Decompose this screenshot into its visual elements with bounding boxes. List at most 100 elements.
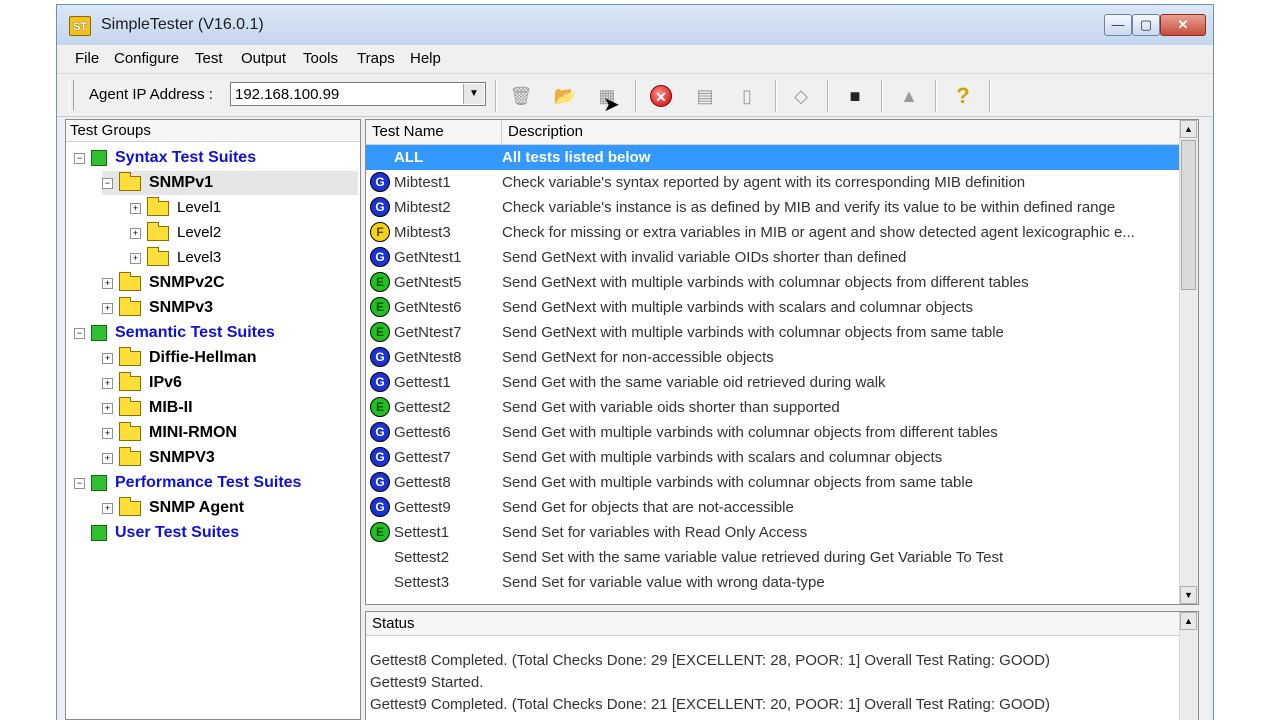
collapse-icon[interactable]: − [74,477,85,489]
status-scroll-up-icon[interactable]: ▲ [1180,612,1197,630]
expand-icon[interactable]: + [130,227,141,239]
expand-icon[interactable]: + [102,427,113,439]
expand-icon[interactable]: + [102,277,113,289]
maximize-button[interactable]: ▢ [1132,14,1160,36]
menu-help[interactable]: Help [410,50,441,67]
tree-node[interactable]: + SNMPV3 [102,446,215,470]
collapse-icon[interactable]: − [102,177,113,189]
list-scrollbar[interactable]: ▲ ▼ [1179,120,1198,604]
collapse-icon[interactable]: − [74,152,85,164]
rating-badge-icon: G [370,247,390,267]
test-description-cell: Send Get with multiple varbinds with col… [502,424,998,441]
test-name-cell: Gettest6 [394,424,451,441]
note-icon[interactable]: ◇ [789,84,813,108]
table-row[interactable]: ALL All tests listed below [366,145,1180,170]
table-row[interactable]: G Mibtest2 Check variable's instance is as… [366,195,1180,220]
tree-node[interactable]: + Level1 [130,196,221,220]
status-line: Gettest9 Started. [370,674,484,691]
agent-ip-value[interactable]: 192.168.100.99 [235,86,339,103]
expand-icon[interactable]: + [102,352,113,364]
expand-icon[interactable]: + [102,302,113,314]
title-bar[interactable]: ST SimpleTester (V16.0.1) — ▢ ✕ [57,5,1213,45]
tree-node[interactable]: − Syntax Test Suites [74,146,256,170]
folder-icon [119,346,141,366]
table-row[interactable]: Settest2 Send Set with the same variable … [366,545,1180,570]
expand-icon[interactable]: + [102,402,113,414]
expand-icon[interactable]: + [102,452,113,464]
tree-node[interactable]: + SNMPv2C [102,271,225,295]
table-row[interactable]: E GetNtest6 Send GetNext with multiple var… [366,295,1180,320]
rating-badge-icon: G [370,497,390,517]
document-icon[interactable]: ▯ [735,84,759,108]
app-logo-icon: ST [69,16,91,36]
toolbar-grip[interactable] [69,80,74,110]
expand-icon[interactable]: + [102,377,113,389]
test-suite-icon [91,325,107,342]
test-description-cell: Send GetNext with invalid variable OIDs … [502,249,907,266]
tree-node[interactable]: − SNMPv1 [102,171,358,195]
test-description-cell: All tests listed below [502,149,651,166]
tree-node-label: Diffie-Hellman [149,349,257,366]
table-row[interactable]: G Mibtest1 Check variable's syntax reporte… [366,170,1180,195]
open-folder-icon[interactable]: 📂 [553,84,577,108]
tree-node[interactable]: − Performance Test Suites [74,471,301,495]
table-row[interactable]: Settest3 Send Set for variable value with… [366,570,1180,595]
tree-node[interactable]: + SNMPv3 [102,296,213,320]
table-row[interactable]: G GetNtest1 Send GetNext with invalid vari… [366,245,1180,270]
table-row[interactable]: G Gettest8 Send Get with multiple varbinds… [366,470,1180,495]
table-row[interactable]: G GetNtest8 Send GetNext for non-accessibl… [366,345,1180,370]
tree-node[interactable]: + MIB-II [102,396,193,420]
tree-node[interactable]: + Diffie-Hellman [102,346,257,370]
stop-icon[interactable]: ✕ [650,85,672,107]
tree-node[interactable]: + MINI-RMON [102,421,237,445]
tree-node[interactable]: User Test Suites [74,521,239,545]
scroll-up-icon[interactable]: ▲ [1180,120,1197,138]
report-icon[interactable]: ▤ [693,84,717,108]
camera-icon[interactable]: ■ [843,84,867,108]
minimize-button[interactable]: — [1104,14,1132,36]
column-test-name[interactable]: Test Name [366,120,502,144]
agent-ip-combobox[interactable]: 192.168.100.99 ▼ [230,82,486,106]
help-icon[interactable]: ? [951,84,975,108]
close-button[interactable]: ✕ [1160,14,1206,36]
test-description-cell: Send GetNext with multiple varbinds with… [502,274,1029,291]
menu-traps[interactable]: Traps [357,50,395,67]
scroll-thumb[interactable] [1181,140,1196,290]
test-name-cell: Gettest8 [394,474,451,491]
triangle-icon[interactable]: ▲ [897,84,921,108]
table-row[interactable]: G Gettest6 Send Get with multiple varbinds… [366,420,1180,445]
table-row[interactable]: G Gettest9 Send Get for objects that are n… [366,495,1180,520]
tree-node[interactable]: + SNMP Agent [102,496,244,520]
trash-icon[interactable]: 🗑 [509,84,533,108]
collapse-icon[interactable]: − [74,327,85,339]
table-row[interactable]: G Gettest1 Send Get with the same variable… [366,370,1180,395]
tree-node[interactable]: + Level3 [130,246,221,270]
test-groups-tree[interactable]: Test Groups − Syntax Test Suites − SNMPv1 + L… [65,119,361,720]
column-description[interactable]: Description [502,120,1180,144]
table-row[interactable]: G Gettest7 Send Get with multiple varbinds… [366,445,1180,470]
folder-icon [119,446,141,466]
test-description-cell: Send GetNext with multiple varbinds with… [502,299,974,316]
menu-tools[interactable]: Tools [303,50,338,67]
tree-node[interactable]: − Semantic Test Suites [74,321,275,345]
expand-icon[interactable]: + [102,502,113,514]
test-list[interactable]: Test Name Description ALL All tests liste… [365,119,1199,605]
table-row[interactable]: E Gettest2 Send Get with variable oids sho… [366,395,1180,420]
status-scrollbar[interactable]: ▲ [1179,612,1198,720]
menu-test[interactable]: Test [195,50,223,67]
dropdown-arrow-icon[interactable]: ▼ [463,84,484,104]
scroll-down-icon[interactable]: ▼ [1180,586,1197,604]
status-line: Gettest9 Completed. (Total Checks Done: … [370,696,1051,713]
tree-node[interactable]: + IPv6 [102,371,182,395]
table-row[interactable]: E GetNtest5 Send GetNext with multiple var… [366,270,1180,295]
table-row[interactable]: E GetNtest7 Send GetNext with multiple var… [366,320,1180,345]
expand-icon[interactable]: + [130,202,141,214]
menu-output[interactable]: Output [241,50,286,67]
table-row[interactable]: F Mibtest3 Check for missing or extra vari… [366,220,1180,245]
tree-node[interactable]: + Level2 [130,221,221,245]
table-row[interactable]: E Settest1 Send Set for variables with Rea… [366,520,1180,545]
menu-file[interactable]: File [75,50,99,67]
menu-configure[interactable]: Configure [114,50,179,67]
tree-node-label: Level1 [177,199,222,216]
expand-icon[interactable]: + [130,252,141,264]
